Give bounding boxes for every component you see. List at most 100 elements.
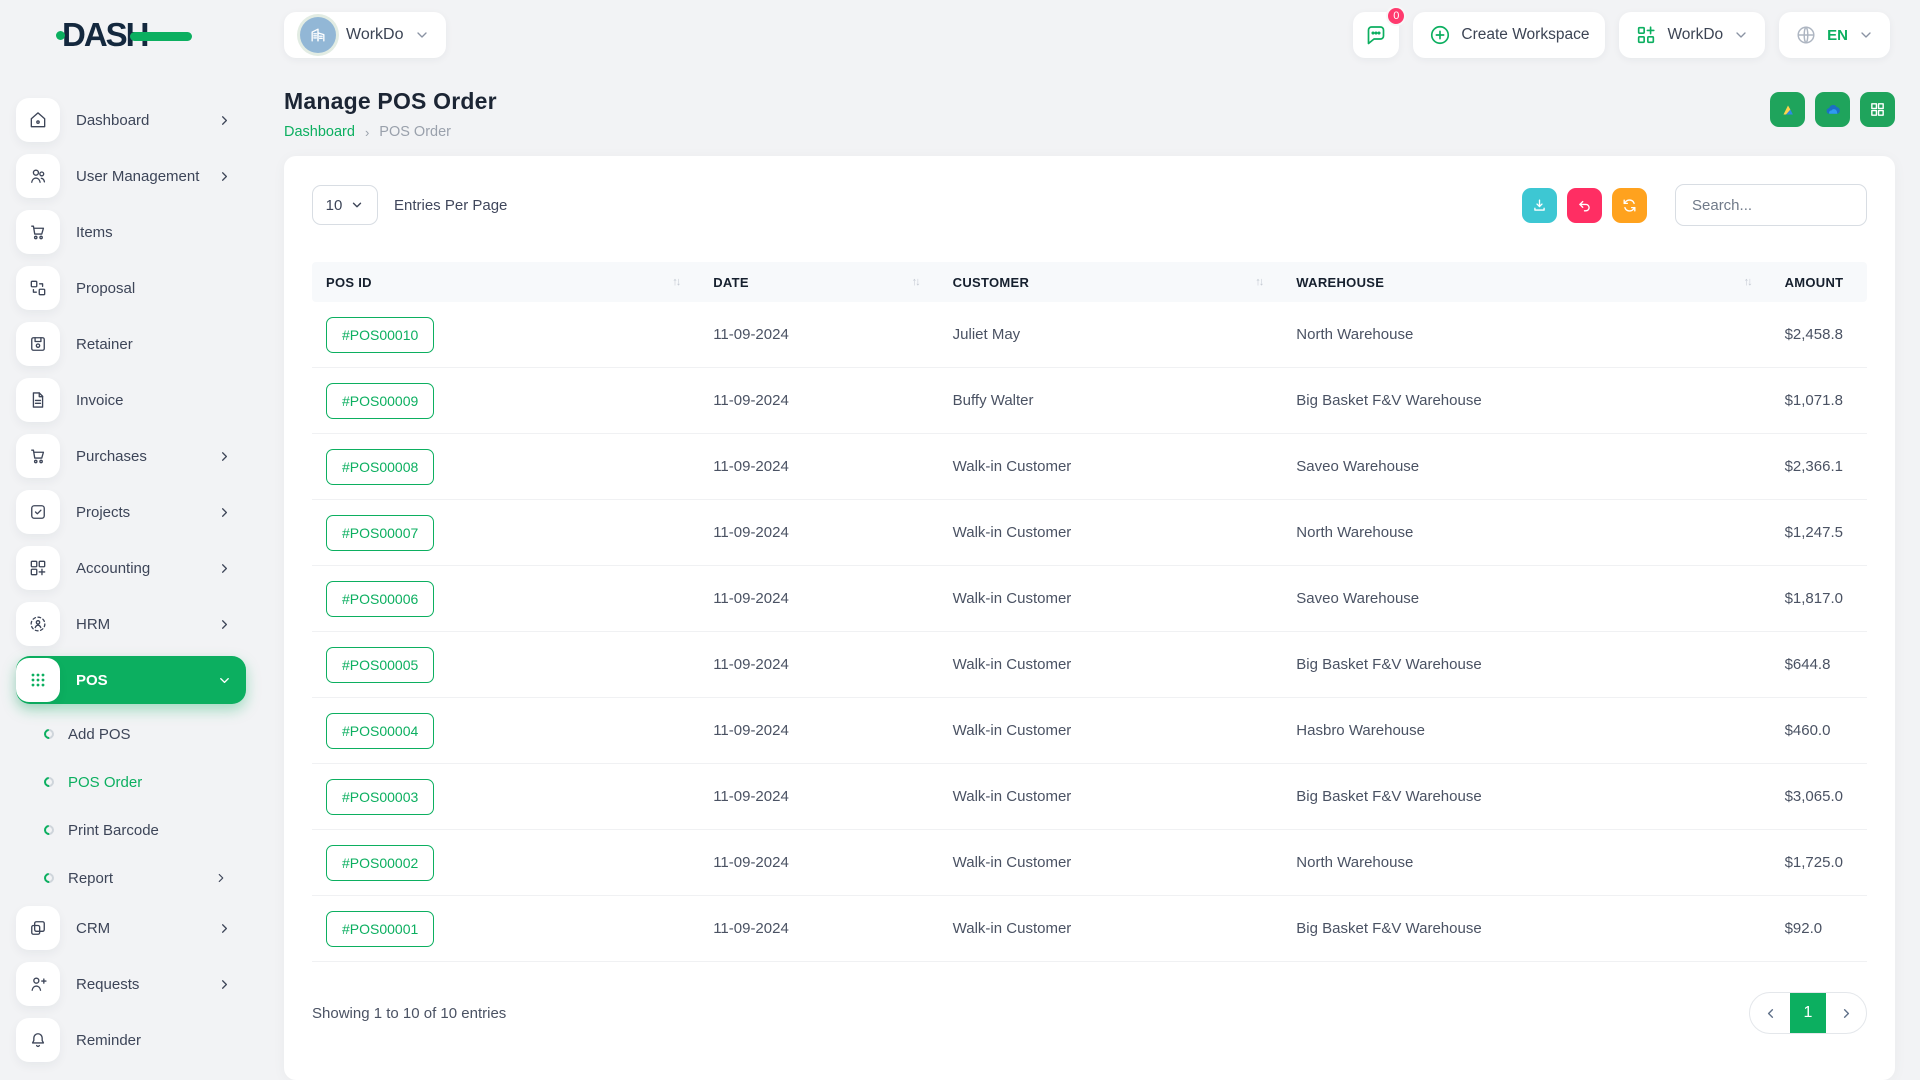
amount-cell: $1,247.5: [1771, 524, 1867, 541]
column-header-warehouse: WAREHOUSE↑↓: [1282, 275, 1770, 290]
bullet-icon: [42, 823, 56, 837]
plus-circle-icon: [1429, 24, 1451, 46]
sidebar-item-label: Dashboard: [76, 112, 201, 129]
sidebar-subitem-print-barcode[interactable]: Print Barcode: [16, 808, 246, 852]
pos-id-link[interactable]: #POS00003: [326, 779, 434, 815]
customer-cell: Walk-in Customer: [939, 590, 1283, 607]
swap-squares-icon: [16, 266, 60, 310]
pos-id-link[interactable]: #POS00002: [326, 845, 434, 881]
sidebar-subitem-add-pos[interactable]: Add POS: [16, 712, 246, 756]
warehouse-cell: Saveo Warehouse: [1282, 590, 1770, 607]
customer-cell: Walk-in Customer: [939, 656, 1283, 673]
table-row: #POS00006 11-09-2024 Walk-in Customer Sa…: [312, 566, 1867, 632]
amount-cell: $460.0: [1771, 722, 1867, 739]
sidebar-item-items[interactable]: Items: [16, 208, 246, 256]
file-text-icon: [16, 378, 60, 422]
create-workspace-button[interactable]: Create Workspace: [1413, 12, 1605, 58]
grid-icon: [1869, 101, 1886, 118]
chevron-right-icon: [217, 169, 232, 184]
refresh-icon: [1621, 197, 1638, 214]
chevron-right-icon: [217, 921, 232, 936]
sidebar-item-hrm[interactable]: HRM: [16, 600, 246, 648]
amount-cell: $1,817.0: [1771, 590, 1867, 607]
bullet-icon: [42, 727, 56, 741]
google-drive-button[interactable]: [1770, 92, 1805, 127]
sidebar-item-invoice[interactable]: Invoice: [16, 376, 246, 424]
amount-cell: $1,071.8: [1771, 392, 1867, 409]
sidebar-item-crm[interactable]: CRM: [16, 904, 246, 952]
sidebar-item-proposal[interactable]: Proposal: [16, 264, 246, 312]
logo-accent-bar: [130, 32, 192, 41]
previous-page-button[interactable]: [1750, 992, 1790, 1034]
refresh-button[interactable]: [1612, 188, 1647, 223]
sidebar-item-retainer[interactable]: Retainer: [16, 320, 246, 368]
pos-id-link[interactable]: #POS00008: [326, 449, 434, 485]
sidebar-item-label: CRM: [76, 920, 201, 937]
date-cell: 11-09-2024: [699, 788, 938, 805]
table-row: #POS00003 11-09-2024 Walk-in Customer Bi…: [312, 764, 1867, 830]
sort-icon[interactable]: ↑↓: [912, 276, 925, 288]
date-cell: 11-09-2024: [699, 524, 938, 541]
table-row: #POS00009 11-09-2024 Buffy Walter Big Ba…: [312, 368, 1867, 434]
sort-icon[interactable]: ↑↓: [1744, 276, 1757, 288]
breadcrumb-dashboard-link[interactable]: Dashboard: [284, 124, 355, 140]
date-cell: 11-09-2024: [699, 326, 938, 343]
sidebar-item-projects[interactable]: Projects: [16, 488, 246, 536]
sidebar-subitem-pos-order[interactable]: POS Order: [16, 760, 246, 804]
onedrive-button[interactable]: [1815, 92, 1850, 127]
grid-view-button[interactable]: [1860, 92, 1895, 127]
workspace-name: WorkDo: [346, 26, 404, 44]
page-number-1[interactable]: 1: [1790, 992, 1826, 1034]
warehouse-cell: Saveo Warehouse: [1282, 458, 1770, 475]
page-title: Manage POS Order: [284, 88, 497, 115]
sidebar-item-accounting[interactable]: Accounting: [16, 544, 246, 592]
date-cell: 11-09-2024: [699, 722, 938, 739]
pos-id-link[interactable]: #POS00005: [326, 647, 434, 683]
sidebar-item-requests[interactable]: Requests: [16, 960, 246, 1008]
sidebar-item-pos[interactable]: POS: [16, 656, 246, 704]
onedrive-icon: [1823, 100, 1843, 120]
pos-id-link[interactable]: #POS00001: [326, 911, 434, 947]
pos-id-link[interactable]: #POS00007: [326, 515, 434, 551]
next-page-button[interactable]: [1826, 992, 1866, 1034]
pos-id-link[interactable]: #POS00006: [326, 581, 434, 617]
reset-button[interactable]: [1567, 188, 1602, 223]
chevron-right-icon: [217, 113, 232, 128]
bullet-icon: [42, 775, 56, 789]
home-icon: [16, 98, 60, 142]
sidebar-item-purchases[interactable]: Purchases: [16, 432, 246, 480]
language-selector[interactable]: EN: [1779, 12, 1890, 58]
dots-grid-icon: [16, 658, 60, 702]
date-cell: 11-09-2024: [699, 458, 938, 475]
pos-id-link[interactable]: #POS00010: [326, 317, 434, 353]
sidebar-item-label: POS: [76, 672, 201, 689]
pos-id-link[interactable]: #POS00009: [326, 383, 434, 419]
globe-icon: [1795, 24, 1817, 46]
sidebar-item-label: Reminder: [76, 1032, 232, 1049]
breadcrumb-separator: ›: [365, 125, 369, 140]
person-focus-icon: [16, 602, 60, 646]
customer-cell: Walk-in Customer: [939, 854, 1283, 871]
sidebar-subitem-label: Add POS: [68, 726, 228, 743]
sort-icon[interactable]: ↑↓: [672, 276, 685, 288]
entries-per-page-select[interactable]: 10: [312, 185, 378, 225]
messages-button[interactable]: 0: [1353, 12, 1399, 58]
chevron-right-icon: [1839, 1006, 1854, 1021]
pos-id-link[interactable]: #POS00004: [326, 713, 434, 749]
sidebar-item-reminder[interactable]: Reminder: [16, 1016, 246, 1064]
sidebar-subitem-report[interactable]: Report: [16, 856, 246, 900]
app-menu-button[interactable]: WorkDo: [1619, 12, 1765, 58]
sidebar-item-dashboard[interactable]: Dashboard: [16, 96, 246, 144]
app-menu-label: WorkDo: [1667, 26, 1723, 44]
table-header-row: POS ID↑↓ DATE↑↓ CUSTOMER↑↓ WAREHOUSE↑↓ A…: [312, 262, 1867, 302]
export-button[interactable]: [1522, 188, 1557, 223]
brand-logo[interactable]: DASH: [0, 16, 256, 54]
customer-cell: Walk-in Customer: [939, 920, 1283, 937]
workspace-selector[interactable]: WorkDo: [284, 12, 446, 58]
date-cell: 11-09-2024: [699, 854, 938, 871]
sidebar-item-user-management[interactable]: User Management: [16, 152, 246, 200]
sort-icon[interactable]: ↑↓: [1255, 276, 1268, 288]
sidebar-item-label: Retainer: [76, 336, 232, 353]
search-input[interactable]: [1675, 184, 1867, 226]
customer-cell: Walk-in Customer: [939, 722, 1283, 739]
